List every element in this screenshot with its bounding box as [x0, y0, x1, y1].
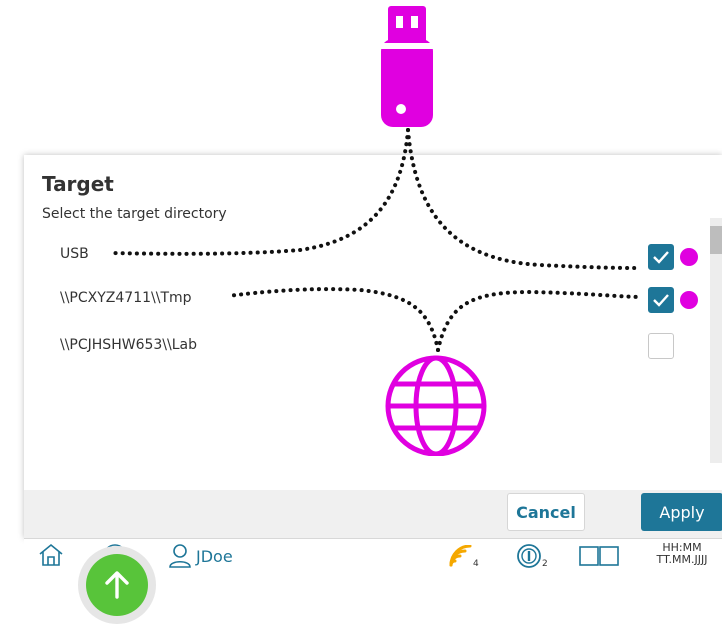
upload-fab-inner[interactable]: [86, 554, 148, 616]
clock: HH:MM TT.MM.JJJJ: [644, 542, 720, 566]
globe-to-pcxyz-row-line: [226, 287, 440, 352]
username[interactable]: JDoe: [196, 547, 233, 566]
screen: Target Select the target directory USB \…: [0, 0, 722, 638]
upload-fab[interactable]: [78, 546, 156, 624]
globe-to-pcxyz-checkbox-line: [436, 289, 640, 352]
usb-stick-icon: [381, 6, 433, 127]
usb-to-usb-checkbox-line: [406, 128, 642, 270]
info-count: 2: [542, 559, 548, 569]
arrow-up-icon: [105, 571, 129, 599]
wifi-signal-icon[interactable]: [448, 545, 472, 567]
clock-date: TT.MM.JJJJ: [656, 553, 708, 566]
book-icon[interactable]: [579, 546, 619, 566]
user-icon[interactable]: [167, 543, 193, 569]
info-icon[interactable]: [516, 543, 542, 569]
usb-to-usb-row-line: [110, 128, 410, 256]
globe-icon: [385, 355, 487, 456]
home-icon[interactable]: [38, 543, 64, 567]
wifi-count: 4: [473, 559, 479, 569]
